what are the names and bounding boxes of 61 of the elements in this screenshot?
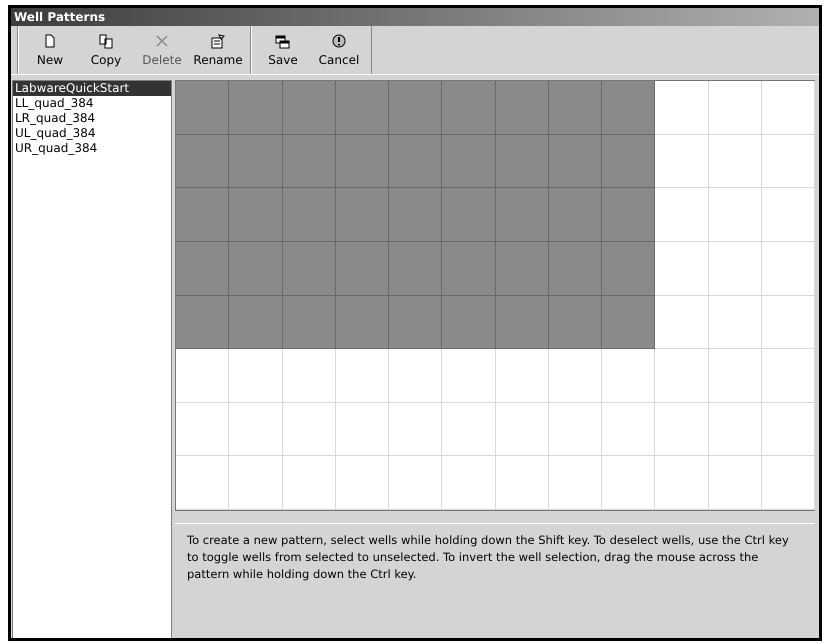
well[interactable] (548, 188, 602, 242)
well[interactable] (602, 188, 656, 242)
well[interactable] (176, 242, 230, 296)
well[interactable] (602, 134, 656, 188)
well[interactable] (548, 81, 602, 135)
new-button[interactable]: New (24, 26, 76, 74)
well[interactable] (548, 296, 602, 350)
well[interactable] (282, 188, 336, 242)
well[interactable] (176, 134, 230, 188)
well[interactable] (336, 188, 389, 242)
pattern-item[interactable]: LL_quad_384 (13, 96, 171, 111)
well[interactable] (496, 134, 549, 188)
well[interactable] (176, 188, 230, 242)
copy-button[interactable]: Copy (80, 26, 132, 74)
well[interactable] (229, 134, 282, 188)
instructions-text: To create a new pattern, select wells while holding down the Shift key. To deselect wells, use the Ctrl key to toggle wells from selected to unselected. To invert the well selection, drag the mouse across the pattern while holding down the Ctrl key. (175, 523, 815, 591)
well[interactable] (496, 242, 549, 296)
well[interactable] (229, 188, 282, 242)
document-icon (210, 33, 226, 49)
well[interactable] (389, 81, 442, 135)
rename-button[interactable]: Rename (192, 26, 244, 74)
well[interactable] (389, 134, 442, 188)
well[interactable] (229, 242, 282, 296)
well[interactable] (336, 134, 389, 188)
well[interactable] (602, 81, 656, 135)
pattern-item[interactable]: UR_quad_384 (13, 141, 171, 156)
well[interactable] (282, 242, 336, 296)
well[interactable] (389, 242, 442, 296)
pattern-item[interactable]: UL_quad_384 (13, 126, 171, 141)
exclamation-icon (331, 33, 347, 49)
well[interactable] (442, 242, 496, 296)
well[interactable] (389, 296, 442, 350)
well[interactable] (336, 296, 389, 350)
well[interactable] (442, 81, 496, 135)
well[interactable] (282, 134, 336, 188)
well[interactable] (602, 242, 656, 296)
well[interactable] (496, 188, 549, 242)
well[interactable] (496, 296, 549, 350)
pattern-item[interactable]: LR_quad_384 (13, 111, 171, 126)
cross-icon (154, 33, 170, 49)
cancel-button[interactable]: Cancel (313, 26, 365, 74)
save-button[interactable]: Save (257, 26, 309, 74)
well[interactable] (602, 296, 656, 350)
well[interactable] (389, 188, 442, 242)
window-title: Well Patterns (11, 8, 819, 26)
well[interactable] (282, 81, 336, 135)
well[interactable] (229, 81, 282, 135)
well[interactable] (442, 188, 496, 242)
well[interactable] (176, 81, 230, 135)
well[interactable] (336, 242, 389, 296)
pattern-item[interactable]: LabwareQuickStart (13, 81, 171, 96)
copy-icon (98, 33, 114, 49)
well[interactable] (548, 134, 602, 188)
well[interactable] (282, 296, 336, 350)
well[interactable] (176, 296, 230, 350)
well[interactable] (442, 296, 496, 350)
well[interactable] (496, 81, 549, 135)
well[interactable] (229, 296, 282, 350)
well[interactable] (442, 134, 496, 188)
well[interactable] (548, 242, 602, 296)
well[interactable] (336, 81, 389, 135)
